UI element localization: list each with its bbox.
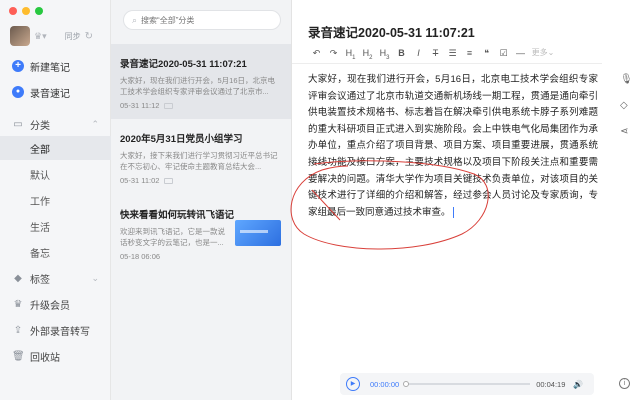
audio-attachment-icon (164, 177, 174, 184)
zoom-window-button[interactable] (35, 7, 43, 15)
chevron-down-icon[interactable]: ⌄ (91, 273, 99, 284)
note-card-preview: 欢迎来到讯飞语记，它是一款说话秒变文字的云笔记，也是一... (120, 227, 225, 247)
ordered-list-icon[interactable]: ☰ (444, 46, 461, 60)
chevron-up-icon[interactable]: ⌃ (91, 119, 99, 130)
transcribe-icon: ⇪ (13, 324, 23, 336)
sidebar-tags-header[interactable]: ◆ 标签 ⌄ (0, 266, 111, 290)
info-icon[interactable]: i (619, 378, 630, 389)
note-card-title: 录音速记2020-05-31 11:07:21 (120, 59, 247, 70)
heading2-icon[interactable]: H2 (359, 46, 376, 61)
note-card-meta: 05-18 06:06 (120, 252, 281, 261)
share-icon[interactable]: ⋖ (620, 126, 628, 137)
window-controls (9, 7, 43, 15)
app-window: ♛▾ 同步 ↻ + 新建笔记 ● 录音速记 ▭ 分类 ⌃ 全部 默认 工作 生活 (0, 0, 640, 400)
new-note-button[interactable]: + 新建笔记 (0, 55, 111, 77)
bold-icon[interactable]: B (393, 46, 410, 60)
heading1-icon[interactable]: H1 (342, 46, 359, 61)
note-card-meta: 05-31 11:02 (120, 176, 281, 185)
sidebar-item-label: 备忘 (30, 248, 50, 260)
sidebar-item-trash[interactable]: 🗑 回收站 (0, 344, 111, 368)
note-card-preview: 大家好，现在我们进行开会，5月16日，北京电工技术学会组织专家评审会议通过了北京… (120, 76, 276, 96)
sidebar-item-label: 全部 (30, 144, 50, 156)
user-profile: ♛▾ 同步 ↻ (10, 26, 93, 46)
audio-attachment-icon (164, 102, 174, 109)
search-input[interactable] (141, 15, 272, 25)
sidebar-item-label: 工作 (30, 196, 50, 208)
text-cursor (452, 206, 454, 218)
search-box[interactable]: ⌕ (123, 10, 281, 30)
note-card[interactable]: 录音速记2020-05-31 11:07:21 大家好，现在我们进行开会，5月1… (111, 44, 291, 119)
tags-label: 标签 (30, 274, 50, 286)
trash-label: 回收站 (30, 352, 60, 364)
record-note-label: 录音速记 (30, 88, 70, 100)
heading3-icon[interactable]: H3 (376, 46, 393, 61)
transcribe-label: 外部录音转写 (30, 326, 90, 338)
plus-icon: + (12, 60, 24, 72)
avatar[interactable] (10, 26, 30, 46)
close-window-button[interactable] (9, 7, 17, 15)
play-button[interactable]: ▶ (346, 377, 360, 391)
sidebar-category-header[interactable]: ▭ 分类 ⌃ (0, 112, 111, 136)
record-note-button[interactable]: ● 录音速记 (0, 81, 111, 103)
progress-slider[interactable] (403, 381, 531, 387)
sidebar-item-label: 生活 (30, 222, 50, 234)
note-card[interactable]: 快来看看如何玩转讯飞语记 欢迎来到讯飞语记，它是一款说话秒变文字的云笔记，也是一… (111, 195, 291, 271)
divider-line-icon[interactable]: — (512, 46, 529, 60)
undo-icon[interactable]: ↶ (308, 46, 325, 60)
new-note-label: 新建笔记 (30, 62, 70, 74)
sidebar-item-all[interactable]: 全部 (0, 136, 111, 160)
vip-crown-icon[interactable]: ♛▾ (34, 31, 47, 42)
format-toolbar: ↶ ↷ H1 H2 H3 B I T ☰ ≡ ❝ ☑ — 更多⌄ (308, 46, 557, 61)
current-time: 00:00:00 (370, 379, 400, 389)
note-editor: 录音速记2020-05-31 11:07:21 ↶ ↷ H1 H2 H3 B I… (290, 0, 640, 400)
tag-icon[interactable]: ◇ (620, 100, 628, 111)
record-icon: ● (12, 86, 24, 98)
microphone-icon[interactable]: 🎙 (620, 74, 633, 85)
crown-icon: ♛ (13, 298, 23, 310)
note-title[interactable]: 录音速记2020-05-31 11:07:21 (308, 22, 475, 41)
note-card-date: 05-31 11:12 (120, 101, 160, 110)
sync-icon[interactable]: ↻ (85, 31, 93, 42)
more-button[interactable]: 更多⌄ (529, 46, 557, 60)
note-body-text: 大家好，现在我们进行开会，5月16日，北京电工技术学会组织专家评审会议通过了北京… (308, 74, 598, 218)
note-card-title: 2020年5月31日党员小组学习 (120, 134, 243, 145)
minimize-window-button[interactable] (22, 7, 30, 15)
tag-icon: ◆ (14, 272, 22, 284)
progress-knob[interactable] (403, 381, 410, 387)
category-label: 分类 (30, 120, 50, 132)
total-time: 00:04:19 (536, 379, 566, 389)
italic-icon[interactable]: I (410, 46, 427, 60)
sidebar-item-work[interactable]: 工作 (0, 188, 111, 212)
toolbar-divider (292, 63, 602, 64)
unordered-list-icon[interactable]: ≡ (461, 46, 478, 60)
checkbox-icon[interactable]: ☑ (495, 46, 512, 60)
sidebar: ♛▾ 同步 ↻ + 新建笔记 ● 录音速记 ▭ 分类 ⌃ 全部 默认 工作 生活 (0, 0, 111, 400)
note-list: ⌕ 录音速记2020-05-31 11:07:21 大家好，现在我们进行开会，5… (111, 0, 292, 400)
sidebar-item-default[interactable]: 默认 (0, 162, 111, 186)
upgrade-label: 升级会员 (30, 300, 70, 312)
sidebar-item-memo[interactable]: 备忘 (0, 240, 111, 264)
note-card-thumbnail (235, 220, 281, 246)
quote-icon[interactable]: ❝ (478, 46, 495, 60)
note-content[interactable]: 大家好，现在我们进行开会，5月16日，北京电工技术学会组织专家评审会议通过了北京… (308, 72, 598, 221)
note-card-meta: 05-31 11:12 (120, 101, 281, 110)
search-icon: ⌕ (132, 14, 138, 25)
note-card-preview: 大家好，接下来我们进行学习贯彻习近平总书记在不忘初心、牢记使命主题教育总结大会.… (120, 151, 278, 171)
sync-label: 同步 (64, 31, 81, 41)
more-label: 更多 (531, 48, 548, 57)
audio-player: ▶ 00:00:00 00:04:19 🔊 (340, 373, 594, 395)
note-card[interactable]: 2020年5月31日党员小组学习 大家好，接下来我们进行学习贯彻习近平总书记在不… (111, 119, 291, 195)
folder-icon: ▭ (13, 118, 23, 130)
strikethrough-icon[interactable]: T (427, 46, 444, 60)
sidebar-item-upgrade[interactable]: ♛ 升级会员 (0, 292, 111, 316)
trash-icon: 🗑 (12, 350, 25, 362)
note-card-date: 05-31 11:02 (120, 176, 160, 185)
sidebar-item-label: 默认 (30, 170, 50, 182)
sidebar-item-life[interactable]: 生活 (0, 214, 111, 238)
note-card-title: 快来看看如何玩转讯飞语记 (120, 210, 235, 221)
note-card-date: 05-18 06:06 (120, 252, 161, 261)
volume-icon[interactable]: 🔊 (573, 380, 583, 389)
sidebar-item-transcribe[interactable]: ⇪ 外部录音转写 (0, 318, 111, 342)
redo-icon[interactable]: ↷ (325, 46, 342, 60)
